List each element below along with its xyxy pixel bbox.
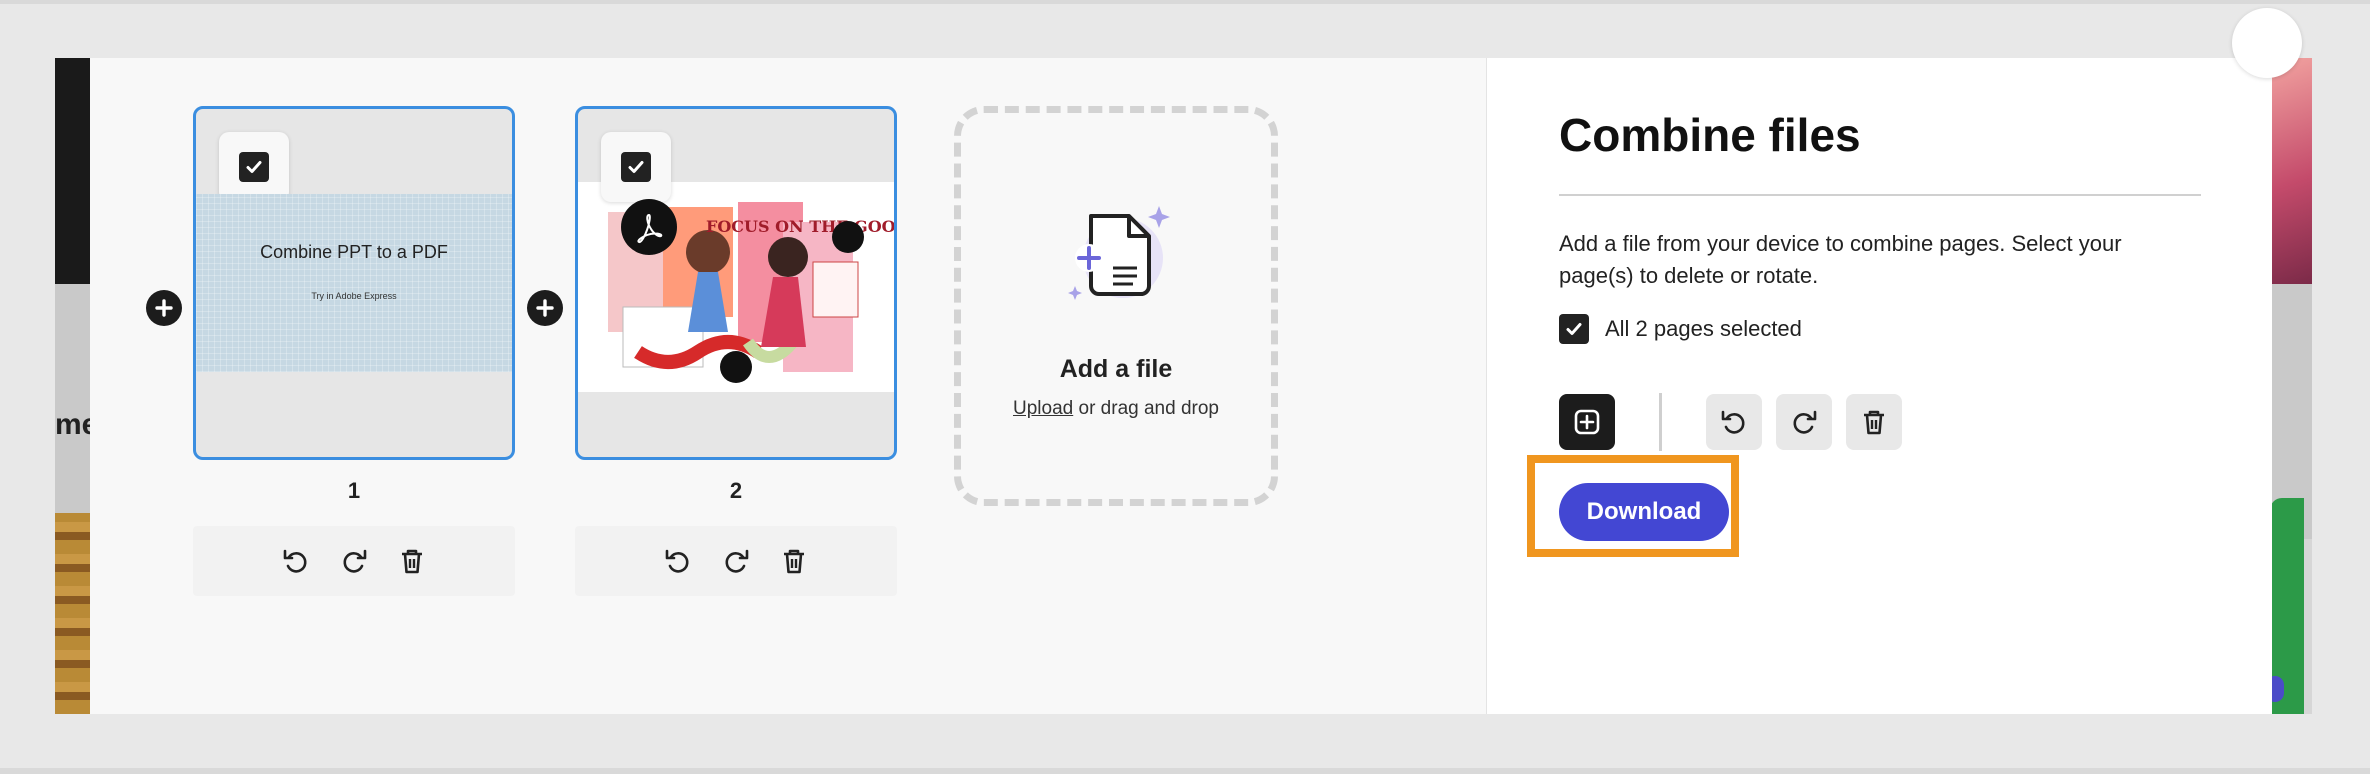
window-frame-top: [0, 0, 2370, 4]
rotate-left-icon[interactable]: [277, 542, 315, 580]
slide-title: Combine PPT to a PDF: [260, 242, 448, 262]
slide-preview: Combine PPT to a PDF Try in Adobe Expres…: [196, 194, 512, 372]
trash-icon: [1864, 410, 1884, 435]
panel-toolbar: [1559, 392, 1916, 452]
add-file-title: Add a file: [1059, 355, 1173, 383]
drag-drop-text: or drag and drop: [1073, 398, 1219, 419]
divider: [1559, 194, 2201, 196]
rotate-right-icon: [1793, 410, 1817, 434]
plus-icon: [155, 299, 173, 317]
plus-square-icon: [1574, 409, 1600, 435]
collage-headline: FOCUS ON THE GOOD: [706, 217, 894, 236]
slide-subtitle: Try in Adobe Express: [311, 291, 397, 301]
page-select-checkbox[interactable]: [601, 132, 671, 202]
page-number: 1: [347, 478, 361, 503]
rotate-left-icon: [1721, 410, 1745, 434]
add-file-dropzone[interactable]: Add a file Upload or drag and drop: [954, 106, 1278, 506]
panel-title: Combine files: [1559, 109, 1861, 161]
insert-page-button[interactable]: [527, 290, 563, 326]
page-thumbnail-1[interactable]: Combine PPT to a PDF Try in Adobe Expres…: [193, 106, 515, 460]
checkbox-icon: [239, 152, 269, 182]
combine-files-modal: Combine PPT to a PDF Try in Adobe Expres…: [90, 58, 2272, 714]
page-select-checkbox[interactable]: [219, 132, 289, 202]
rotate-left-icon[interactable]: [659, 542, 697, 580]
add-file-button[interactable]: [1559, 394, 1615, 450]
rotate-right-button[interactable]: [1776, 394, 1832, 450]
page-toolbar: [575, 526, 897, 596]
insert-page-button[interactable]: [146, 290, 182, 326]
rotate-left-button[interactable]: [1706, 394, 1762, 450]
add-file-icon: [1068, 206, 1170, 300]
toolbar-separator: [1659, 393, 1662, 451]
panel-description: Add a file from your device to combine p…: [1559, 231, 2122, 288]
rotate-right-icon[interactable]: [717, 542, 755, 580]
checkbox-icon: [621, 152, 651, 182]
select-all-label: All 2 pages selected: [1605, 316, 1802, 341]
trash-icon[interactable]: [775, 542, 813, 580]
combine-files-panel: Combine files Add a file from your devic…: [1486, 58, 2272, 714]
page-toolbar: [193, 526, 515, 596]
plus-icon: [536, 299, 554, 317]
background-artwork: [2272, 58, 2312, 284]
acrobat-icon: [621, 199, 677, 255]
trash-icon[interactable]: [393, 542, 431, 580]
close-button[interactable]: [2232, 8, 2302, 78]
rotate-right-icon[interactable]: [335, 542, 373, 580]
page-number: 2: [729, 478, 743, 503]
checkbox-icon: [1559, 314, 1589, 344]
download-button[interactable]: Download: [1559, 483, 1729, 541]
delete-button[interactable]: [1846, 394, 1902, 450]
page-thumbnail-2[interactable]: FOCUS ON THE GOOD: [575, 106, 897, 460]
select-all-checkbox[interactable]: All 2 pages selected: [1559, 314, 1802, 344]
add-file-instructions: Upload or drag and drop: [961, 398, 1271, 420]
upload-link[interactable]: Upload: [1013, 398, 1073, 419]
window-frame-bottom: [0, 768, 2370, 774]
